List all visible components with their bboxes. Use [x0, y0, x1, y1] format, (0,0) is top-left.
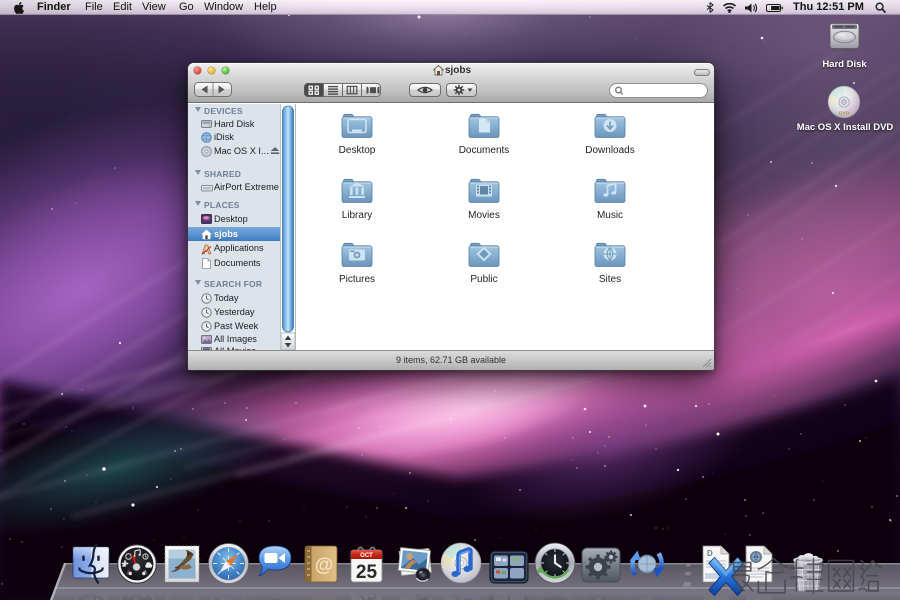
svg-text:DVD: DVD: [839, 111, 850, 117]
svg-text:25: 25: [356, 562, 378, 583]
svg-text:@: @: [315, 555, 334, 576]
svg-text:OCT: OCT: [360, 553, 373, 559]
